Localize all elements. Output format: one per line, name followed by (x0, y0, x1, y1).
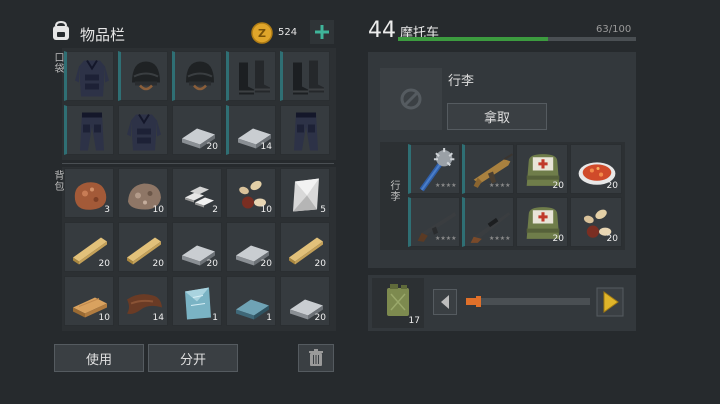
item-count: 20 (260, 259, 272, 269)
item-count: 10 (260, 205, 272, 215)
section-divider (62, 163, 334, 164)
inventory-panel: 物品栏 Z 524 口袋 背包 使用 分开 20 14 3 10 2 10 5 20 20 20 2… (48, 14, 338, 392)
pocket-label: 口袋 (52, 52, 63, 74)
fuel-count: 17 (408, 316, 420, 326)
item-count: 20 (152, 259, 164, 269)
item-count: 10 (152, 205, 164, 215)
item-count: 20 (314, 259, 326, 269)
item-count: 20 (206, 259, 218, 269)
quality-stars-icon: ★★★★ (489, 235, 511, 242)
backpack-slot[interactable]: 10 (64, 276, 114, 326)
fuel-decrease-button[interactable] (433, 289, 457, 315)
cargo-slot[interactable]: 20 (570, 144, 622, 194)
backpack-slot[interactable]: 1 (226, 276, 276, 326)
fuel-slider-handle[interactable] (476, 296, 482, 307)
backpack-slot[interactable]: 10 (226, 168, 276, 218)
coin-icon: Z (251, 22, 273, 48)
pocket-slot[interactable] (118, 105, 168, 155)
cargo-slot[interactable]: ★★★★ (408, 197, 460, 247)
item-count: 20 (552, 181, 564, 191)
cargo-slot[interactable]: ★★★★ (408, 144, 460, 194)
item-count: 5 (320, 205, 326, 215)
item-count: 20 (606, 234, 618, 244)
empty-slot-icon (400, 88, 422, 110)
item-count: 1 (266, 313, 272, 323)
backpack-slot[interactable]: 20 (172, 222, 222, 272)
pocket-slot[interactable]: 20 (172, 105, 222, 155)
fuel-slot[interactable]: 17 (372, 278, 424, 328)
use-button[interactable]: 使用 (54, 344, 144, 372)
add-coins-button[interactable] (310, 20, 334, 44)
item-count: 20 (98, 259, 110, 269)
item-count: 2 (212, 205, 218, 215)
luggage-slot[interactable] (380, 68, 442, 130)
pocket-slot[interactable]: 14 (226, 105, 276, 155)
capacity-bar-fill (398, 37, 548, 41)
cargo-slot[interactable]: 20 (516, 144, 568, 194)
backpack-slot[interactable]: 1 (172, 276, 222, 326)
item-count: 20 (606, 181, 618, 191)
backpack-icon (50, 20, 72, 46)
item-count: 1 (212, 313, 218, 323)
svg-text:Z: Z (258, 27, 266, 40)
plus-icon (315, 25, 329, 39)
trash-icon (309, 349, 323, 366)
take-button[interactable]: 拿取 (447, 103, 547, 130)
item-count: 20 (552, 234, 564, 244)
item-count: 20 (206, 142, 218, 152)
fuel-increase-button[interactable] (596, 287, 624, 317)
cargo-label: 行李 (388, 180, 399, 202)
split-button[interactable]: 分开 (148, 344, 238, 372)
backpack-slot[interactable]: 2 (172, 168, 222, 218)
item-count: 3 (104, 205, 110, 215)
backpack-slot[interactable]: 20 (280, 276, 330, 326)
vehicle-capacity: 63/100 (596, 24, 632, 35)
trash-button[interactable] (298, 344, 334, 372)
pocket-slot[interactable] (64, 105, 114, 155)
cargo-slot[interactable]: 20 (516, 197, 568, 247)
pocket-slot[interactable] (280, 105, 330, 155)
vehicle-level: 44 (368, 18, 396, 43)
coin-count: 524 (278, 27, 298, 38)
item-count: 20 (314, 313, 326, 323)
cargo-slot[interactable]: ★★★★ (462, 144, 514, 194)
item-count: 14 (152, 313, 164, 323)
arrow-right-icon (596, 287, 624, 317)
quality-stars-icon: ★★★★ (435, 235, 457, 242)
fuel-slider[interactable] (466, 296, 590, 307)
capacity-bar (398, 37, 636, 41)
backpack-slot[interactable]: 20 (118, 222, 168, 272)
pocket-slot[interactable] (226, 51, 276, 101)
pocket-slot[interactable] (280, 51, 330, 101)
item-count: 14 (260, 142, 272, 152)
pocket-slot[interactable] (64, 51, 114, 101)
item-count: 10 (98, 313, 110, 323)
backpack-slot[interactable]: 20 (64, 222, 114, 272)
backpack-slot[interactable]: 20 (280, 222, 330, 272)
cargo-slot[interactable]: ★★★★ (462, 197, 514, 247)
backpack-slot[interactable]: 20 (226, 222, 276, 272)
arrow-left-icon (441, 295, 449, 309)
backpack-slot[interactable]: 3 (64, 168, 114, 218)
cargo-slot[interactable]: 20 (570, 197, 622, 247)
backpack-slot[interactable]: 5 (280, 168, 330, 218)
quality-stars-icon: ★★★★ (489, 182, 511, 189)
inventory-title: 物品栏 (80, 26, 126, 44)
backpack-slot[interactable]: 14 (118, 276, 168, 326)
backpack-slot[interactable]: 10 (118, 168, 168, 218)
pocket-slot[interactable] (172, 51, 222, 101)
luggage-title: 行李 (448, 74, 475, 89)
quality-stars-icon: ★★★★ (435, 182, 457, 189)
backpack-label: 背包 (52, 170, 63, 192)
pocket-slot[interactable] (118, 51, 168, 101)
